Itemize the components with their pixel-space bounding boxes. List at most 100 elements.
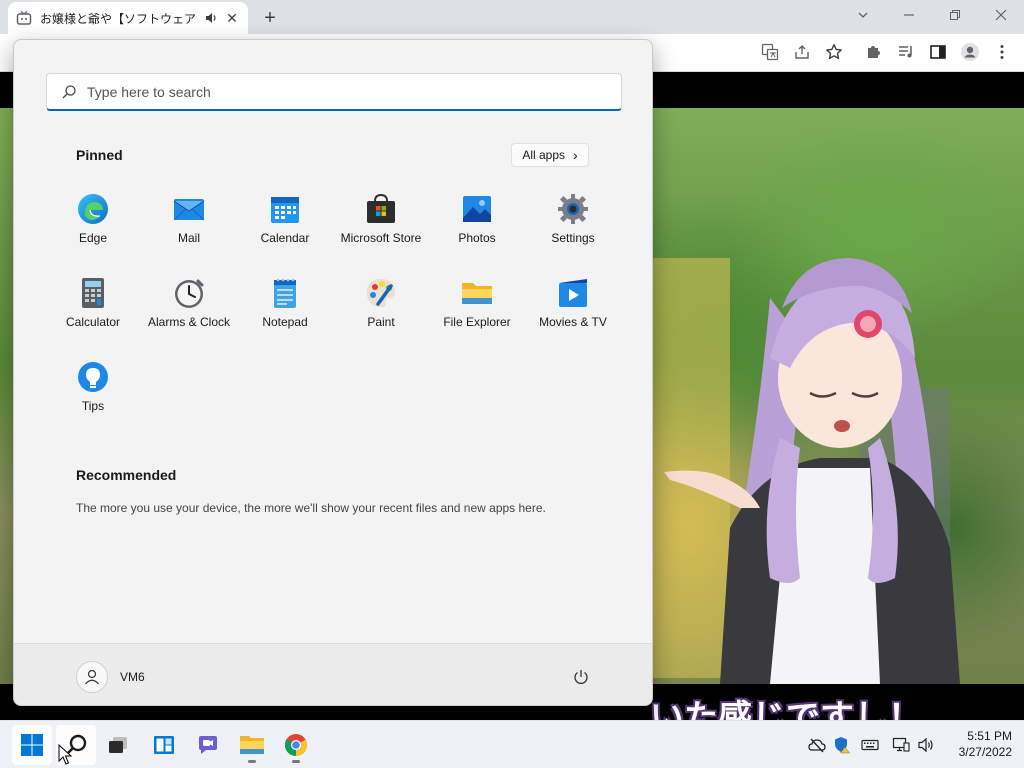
browser-tab[interactable]: お嬢様と爺や【ソフトウェアトーク劇 ✕ xyxy=(8,2,248,34)
keyboard-icon xyxy=(861,739,879,751)
puzzle-icon xyxy=(868,46,880,58)
app-label: Calendar xyxy=(260,231,310,245)
browser-menu-button[interactable] xyxy=(992,42,1012,62)
pinned-app-paint[interactable]: Paint xyxy=(333,266,429,338)
windows-logo-icon xyxy=(21,734,43,756)
chat-button[interactable] xyxy=(188,725,228,765)
chrome-icon xyxy=(285,734,307,756)
app-label: Edge xyxy=(78,231,108,245)
bookmark-button[interactable] xyxy=(824,42,844,62)
recommended-placeholder-text: The more you use your device, the more w… xyxy=(76,501,546,515)
tips-icon xyxy=(78,362,108,392)
pinned-app-mail[interactable]: Mail xyxy=(141,182,237,254)
keyboard-tray-button[interactable] xyxy=(860,735,880,755)
browser-tabstrip: お嬢様と爺や【ソフトウェアトーク劇 ✕ + xyxy=(0,0,1024,34)
security-tray-button[interactable] xyxy=(832,735,852,755)
side-panel-icon xyxy=(930,45,946,59)
paint-icon xyxy=(367,279,395,308)
share-button[interactable] xyxy=(792,42,812,62)
taskbar: 5:51 PM 3/27/2022 xyxy=(0,720,1024,768)
profile-button[interactable] xyxy=(960,42,980,62)
pinned-app-notepad[interactable]: Notepad xyxy=(237,266,333,338)
extensions-button[interactable] xyxy=(864,42,884,62)
chevron-down-icon xyxy=(858,12,868,18)
power-button[interactable] xyxy=(569,665,593,689)
pinned-app-alarms-clock[interactable]: Alarms & Clock xyxy=(141,266,237,338)
avatar-icon xyxy=(961,43,979,61)
all-apps-button[interactable]: All apps › xyxy=(511,143,589,167)
power-icon xyxy=(574,670,588,684)
more-vertical-icon xyxy=(1000,45,1004,59)
tv-icon xyxy=(16,11,32,25)
pinned-app-microsoft-store[interactable]: Microsoft Store xyxy=(333,182,429,254)
user-account-button[interactable]: VM6 xyxy=(76,661,145,693)
pinned-app-photos[interactable]: Photos xyxy=(429,182,525,254)
network-tray-button[interactable] xyxy=(891,735,911,755)
edge-icon xyxy=(78,194,108,224)
widgets-button[interactable] xyxy=(144,725,184,765)
task-view-icon xyxy=(109,737,127,753)
app-label: Settings xyxy=(551,231,595,245)
app-label: Calculator xyxy=(65,315,121,329)
store-icon xyxy=(367,193,395,223)
close-window-button[interactable] xyxy=(978,0,1024,30)
side-panel-button[interactable] xyxy=(928,42,948,62)
audio-playing-icon[interactable] xyxy=(204,11,218,25)
clock-icon xyxy=(175,279,204,308)
taskbar-clock[interactable]: 5:51 PM 3/27/2022 xyxy=(942,728,1012,760)
pinned-app-file-explorer[interactable]: File Explorer xyxy=(429,266,525,338)
clock-time: 5:51 PM xyxy=(967,729,1012,743)
pinned-app-calendar[interactable]: Calendar xyxy=(237,182,333,254)
taskbar-file-explorer[interactable] xyxy=(232,725,272,765)
notepad-icon xyxy=(274,278,296,308)
app-label: File Explorer xyxy=(443,315,511,329)
search-icon xyxy=(62,84,76,98)
volume-tray-button[interactable] xyxy=(916,735,936,755)
start-button[interactable] xyxy=(12,725,52,765)
app-label: Mail xyxy=(177,231,200,245)
pinned-app-calculator[interactable]: Calculator xyxy=(45,266,141,338)
translate-icon xyxy=(761,43,779,61)
avatar xyxy=(76,661,108,693)
tab-search-button[interactable] xyxy=(840,0,886,30)
start-menu-footer: VM6 xyxy=(14,643,652,705)
app-label: Notepad xyxy=(262,315,308,329)
folder-icon xyxy=(462,283,492,304)
playlist-icon xyxy=(899,46,912,58)
mail-icon xyxy=(173,199,205,221)
widgets-icon xyxy=(154,736,174,754)
pinned-app-movies-tv[interactable]: Movies & TV xyxy=(525,266,621,338)
running-indicator xyxy=(292,760,300,763)
app-label: Alarms & Clock xyxy=(147,315,230,329)
network-icon xyxy=(892,737,910,752)
search-input[interactable] xyxy=(87,83,587,100)
app-label: Photos xyxy=(458,231,496,245)
onedrive-tray-button[interactable] xyxy=(807,735,827,755)
minimize-icon xyxy=(904,14,914,16)
task-view-button[interactable] xyxy=(98,725,138,765)
restore-button[interactable] xyxy=(932,0,978,30)
movies-icon xyxy=(559,279,587,307)
pinned-app-tips[interactable]: Tips xyxy=(45,350,141,422)
pinned-heading: Pinned xyxy=(76,147,123,163)
minimize-button[interactable] xyxy=(886,0,932,30)
mouse-cursor-icon xyxy=(58,744,72,765)
teams-chat-icon xyxy=(199,736,217,754)
user-name: VM6 xyxy=(120,670,145,684)
running-indicator xyxy=(248,760,256,763)
photos-icon xyxy=(463,196,491,222)
start-search-box[interactable] xyxy=(46,73,622,111)
translate-button[interactable] xyxy=(760,42,780,62)
pinned-app-settings[interactable]: Settings xyxy=(525,182,621,254)
settings-icon xyxy=(558,194,588,224)
tab-close-button[interactable]: ✕ xyxy=(224,10,240,26)
recommended-heading: Recommended xyxy=(76,467,177,483)
pinned-app-edge[interactable]: Edge xyxy=(45,182,141,254)
calculator-icon xyxy=(82,278,104,308)
new-tab-button[interactable]: + xyxy=(258,6,282,30)
user-icon xyxy=(85,669,99,685)
calendar-icon xyxy=(271,197,299,223)
chevron-right-icon: › xyxy=(573,147,578,163)
media-control-button[interactable] xyxy=(896,42,916,62)
taskbar-chrome[interactable] xyxy=(276,725,316,765)
